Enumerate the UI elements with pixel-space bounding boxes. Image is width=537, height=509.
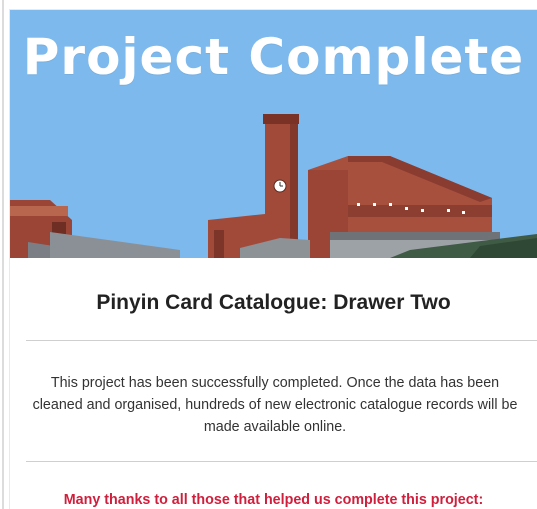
page-left-border: [0, 0, 6, 509]
project-description: This project has been successfully compl…: [32, 375, 518, 435]
project-card: Project Complete Pinyin Card Catalogue: …: [10, 10, 537, 509]
divider-top: [26, 340, 537, 341]
project-banner: Project Complete: [10, 10, 537, 258]
thanks-message: Many thanks to all those that helped us …: [63, 492, 484, 508]
banner-title: Project Complete: [22, 28, 525, 86]
divider-bottom: [26, 461, 537, 462]
project-title: Pinyin Card Catalogue: Drawer Two: [96, 291, 451, 314]
